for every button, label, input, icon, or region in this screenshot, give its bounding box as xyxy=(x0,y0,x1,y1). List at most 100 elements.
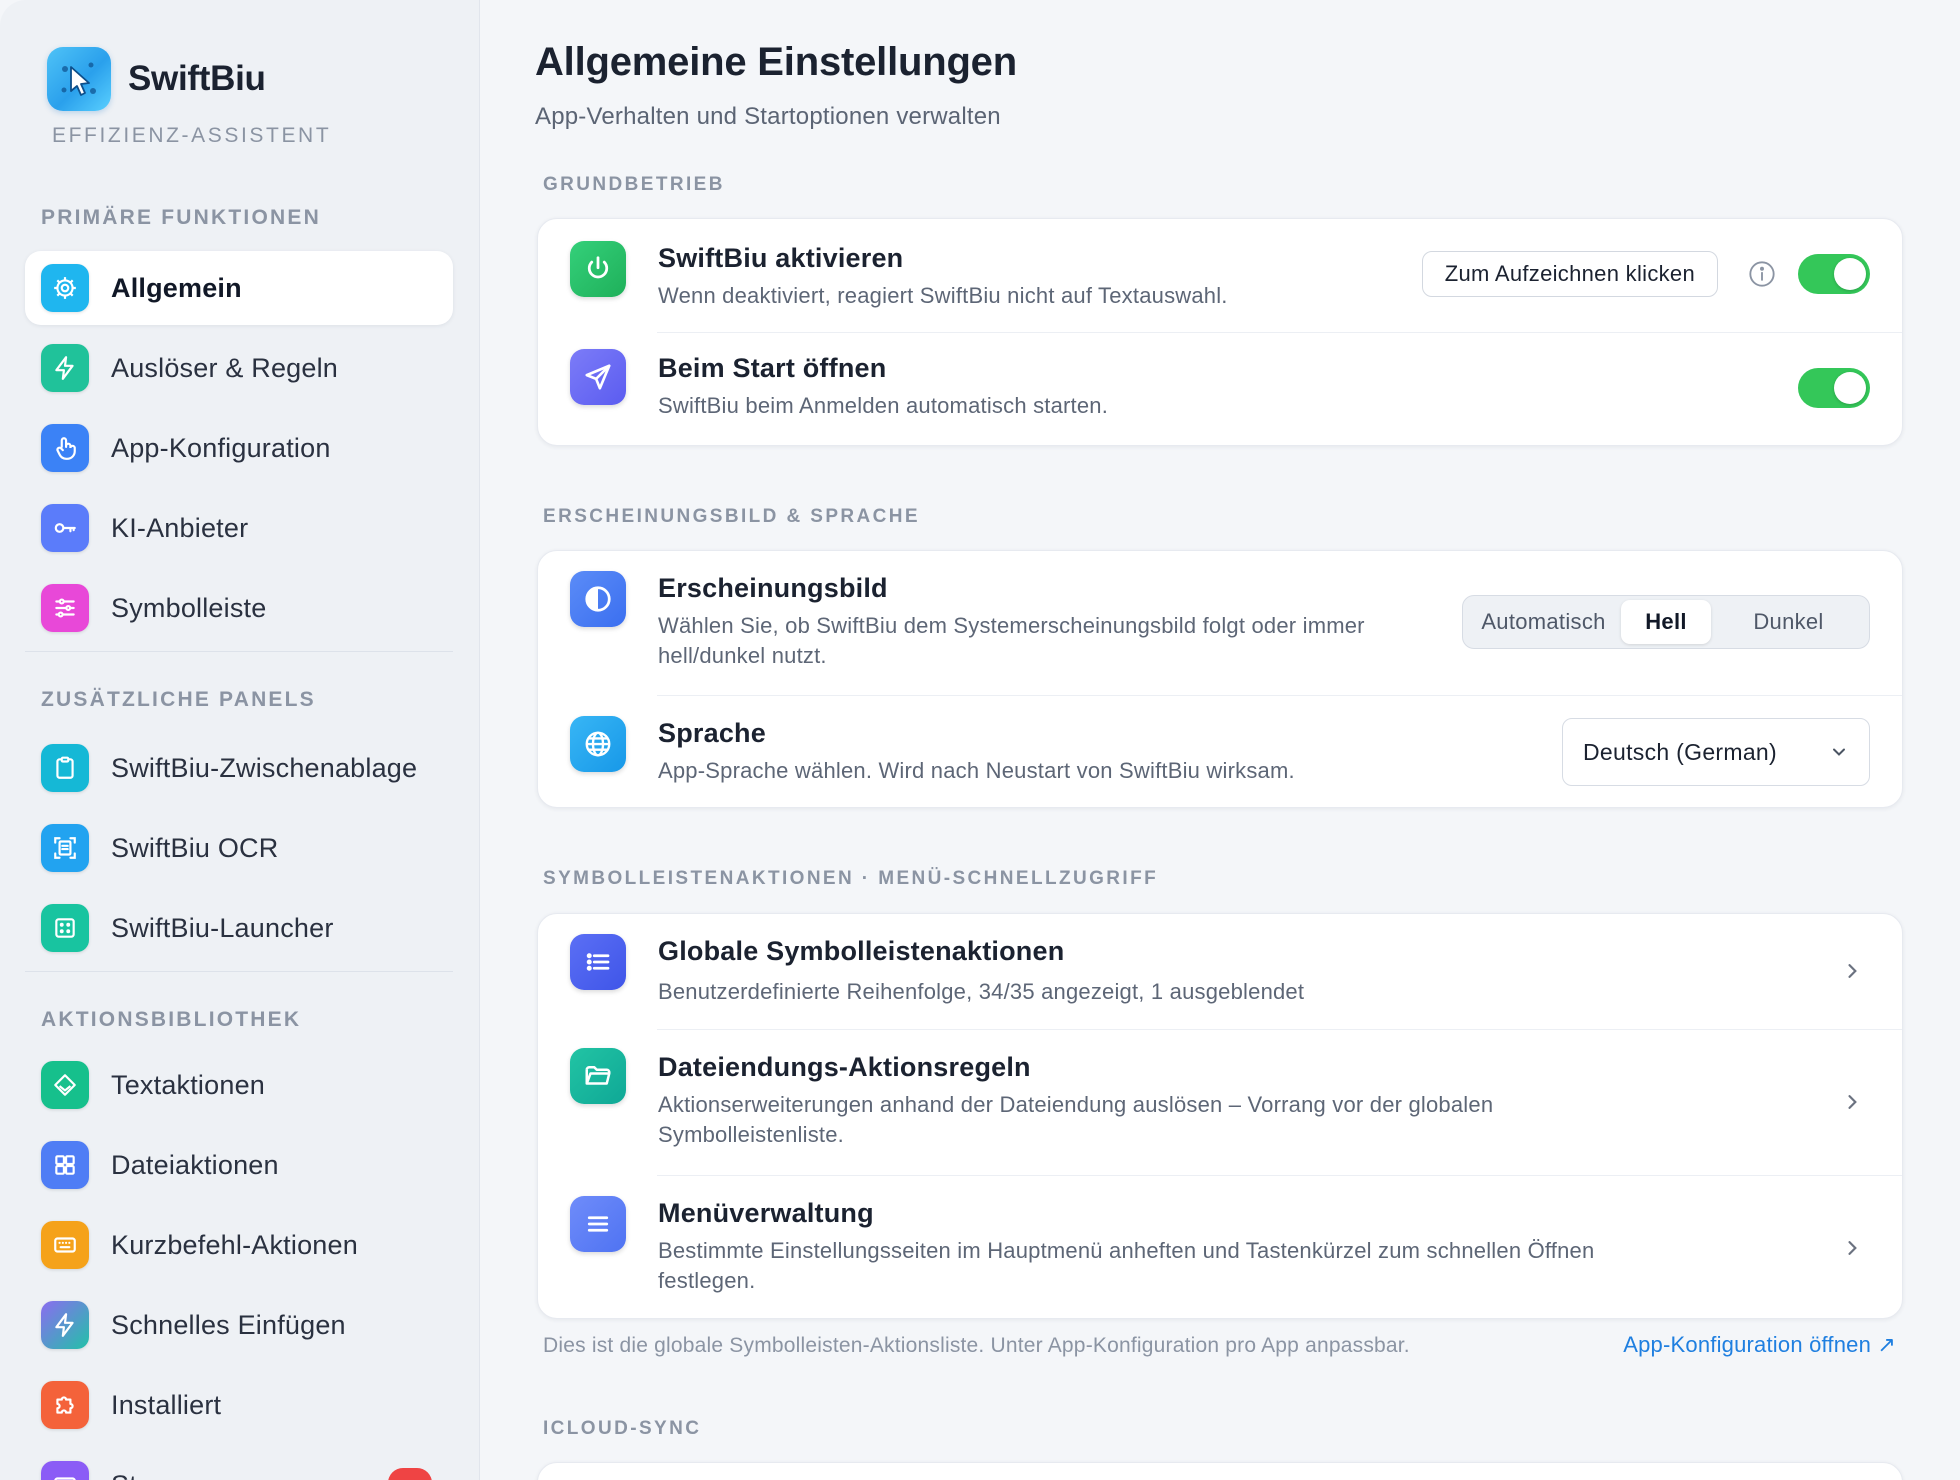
gear-icon xyxy=(41,264,89,312)
page-title: Allgemeine Einstellungen xyxy=(535,40,1017,84)
sidebar-item-label: Auslöser & Regeln xyxy=(111,352,339,383)
power-icon xyxy=(570,241,626,297)
row-description: Wählen Sie, ob SwiftBiu dem Systemersche… xyxy=(658,611,1365,671)
sidebar-item-schnelles-einfuegen[interactable]: Schnelles Einfügen xyxy=(25,1288,453,1362)
sidebar-item-label: Symbolleiste xyxy=(111,592,267,623)
row-activate: SwiftBiu aktivieren Wenn deaktiviert, re… xyxy=(538,219,1902,333)
sidebar-item-launcher[interactable]: SwiftBiu-Launcher xyxy=(25,891,453,965)
row-menu-management[interactable]: Menüverwaltung Bestimmte Einstellungssei… xyxy=(538,1176,1902,1318)
card-basic: SwiftBiu aktivieren Wenn deaktiviert, re… xyxy=(537,218,1903,446)
sidebar-divider xyxy=(25,651,453,652)
page-subtitle: App-Verhalten und Startoptionen verwalte… xyxy=(535,103,1001,130)
section-label-toolbar: SYMBOLLEISTENAKTIONEN · MENÜ-SCHNELLZUGR… xyxy=(543,868,1159,889)
sidebar-item-installiert[interactable]: Installiert xyxy=(25,1368,453,1442)
app-window: SwiftBiu EFFIZIENZ-ASSISTENT PRIMÄRE FUN… xyxy=(0,0,1960,1480)
card-appearance: Erscheinungsbild Wählen Sie, ob SwiftBiu… xyxy=(537,550,1903,808)
card-toolbar: Globale Symbolleistenaktionen Benutzerde… xyxy=(537,913,1903,1319)
row-title: Dateiendungs-Aktionsregeln xyxy=(658,1052,1031,1082)
bolt-icon xyxy=(41,344,89,392)
row-description: App-Sprache wählen. Wird nach Neustart v… xyxy=(658,758,1295,783)
app-subtitle: EFFIZIENZ-ASSISTENT xyxy=(52,124,332,147)
chevron-right-icon xyxy=(1848,964,1857,978)
app-logo-icon xyxy=(47,47,111,111)
row-title: SwiftBiu aktivieren xyxy=(658,243,904,273)
launcher-grid-icon xyxy=(41,904,89,952)
sidebar-item-zwischenablage[interactable]: SwiftBiu-Zwischenablage xyxy=(25,731,453,805)
sidebar-item-textaktionen[interactable]: Textaktionen xyxy=(25,1048,453,1122)
list-icon xyxy=(570,934,626,990)
sidebar-item-label: SwiftBiu-Zwischenablage xyxy=(111,752,418,783)
row-description: Bestimmte Einstellungsseiten im Hauptmen… xyxy=(658,1236,1594,1296)
info-icon[interactable] xyxy=(1748,260,1776,288)
row-global-toolbar-actions[interactable]: Globale Symbolleistenaktionen Benutzerde… xyxy=(538,914,1902,1029)
sidebar-item-kurzbefehl[interactable]: Kurzbefehl-Aktionen xyxy=(25,1208,453,1282)
sidebar-item-label: Allgemein xyxy=(111,272,242,303)
language-select-value: Deutsch (German) xyxy=(1583,738,1777,765)
grid-icon xyxy=(41,1141,89,1189)
sidebar-section-title: ZUSÄTZLICHE PANELS xyxy=(41,688,316,711)
desc-line: Wählen Sie, ob SwiftBiu dem Systemersche… xyxy=(658,613,1365,638)
sidebar-item-label: SwiftBiu OCR xyxy=(111,832,279,863)
desc-line: Bestimmte Einstellungsseiten im Hauptmen… xyxy=(658,1238,1595,1263)
brand: SwiftBiu xyxy=(47,47,266,111)
folder-open-icon xyxy=(570,1048,626,1104)
half-moon-icon xyxy=(570,571,626,627)
row-title: Sprache xyxy=(658,718,766,748)
card-icloud xyxy=(537,1462,1903,1480)
sidebar-item-label: SwiftBiu-Launcher xyxy=(111,912,334,943)
row-title: Erscheinungsbild xyxy=(658,573,888,603)
bolt-icon xyxy=(41,1301,89,1349)
sidebar-divider xyxy=(25,971,453,972)
sidebar-item-label: KI-Anbieter xyxy=(111,512,249,543)
sidebar-item-dateiaktionen[interactable]: Dateiaktionen xyxy=(25,1128,453,1202)
chevron-right-icon xyxy=(1848,1241,1857,1255)
sidebar-item-label: Textaktionen xyxy=(111,1069,265,1100)
sidebar-item-label: St xyxy=(111,1470,137,1480)
record-shortcut-button[interactable]: Zum Aufzeichnen klicken xyxy=(1421,251,1718,297)
desc-line: Symbolleistenliste. xyxy=(658,1122,844,1147)
theme-segmented-control: Automatisch Hell Dunkel xyxy=(1462,595,1870,649)
key-icon xyxy=(41,504,89,552)
theme-option-automatic[interactable]: Automatisch xyxy=(1466,600,1621,644)
sliders-icon xyxy=(41,584,89,632)
chevron-down-icon xyxy=(1833,748,1845,756)
row-description: Wenn deaktiviert, reagiert SwiftBiu nich… xyxy=(658,283,1228,308)
sidebar-item-ausloeser[interactable]: Auslöser & Regeln xyxy=(25,331,453,405)
keyboard-icon xyxy=(41,1221,89,1269)
globe-icon xyxy=(570,716,626,772)
theme-option-dark[interactable]: Dunkel xyxy=(1711,600,1866,644)
menu-lines-icon xyxy=(570,1196,626,1252)
send-icon xyxy=(570,349,626,405)
desc-line: hell/dunkel nutzt. xyxy=(658,643,827,668)
desc-line: Aktionserweiterungen anhand der Dateiend… xyxy=(658,1092,1494,1117)
row-file-extension-rules[interactable]: Dateiendungs-Aktionsregeln Aktionserweit… xyxy=(538,1030,1902,1175)
puzzle-icon xyxy=(41,1381,89,1429)
sidebar-item-label: Dateiaktionen xyxy=(111,1149,279,1180)
launch-at-start-toggle[interactable] xyxy=(1798,368,1870,408)
chevron-right-icon xyxy=(1848,1095,1857,1109)
sidebar-item-ocr[interactable]: SwiftBiu OCR xyxy=(25,811,453,885)
row-language: Sprache App-Sprache wählen. Wird nach Ne… xyxy=(538,696,1902,807)
layers-icon xyxy=(41,1061,89,1109)
row-launch-at-start: Beim Start öffnen SwiftBiu beim Anmelden… xyxy=(538,333,1902,445)
row-title: Menüverwaltung xyxy=(658,1198,874,1228)
theme-option-light[interactable]: Hell xyxy=(1621,600,1711,644)
activate-toggle[interactable] xyxy=(1798,254,1870,294)
sidebar-item-symbolleiste[interactable]: Symbolleiste xyxy=(25,571,453,645)
row-description: SwiftBiu beim Anmelden automatisch start… xyxy=(658,393,1109,418)
sidebar: SwiftBiu EFFIZIENZ-ASSISTENT PRIMÄRE FUN… xyxy=(0,0,480,1480)
notification-badge xyxy=(388,1468,432,1480)
sidebar-item-label: App-Konfiguration xyxy=(111,432,331,463)
open-app-configuration-link[interactable]: App-Konfiguration öffnen ↗ xyxy=(1623,1332,1896,1358)
language-select[interactable]: Deutsch (German) xyxy=(1562,718,1870,786)
app-name: SwiftBiu xyxy=(128,59,266,98)
scan-text-icon xyxy=(41,824,89,872)
row-title: Beim Start öffnen xyxy=(658,353,887,383)
main-content: Allgemeine Einstellungen App-Verhalten u… xyxy=(480,0,1960,1480)
sidebar-item-app-konfiguration[interactable]: App-Konfiguration xyxy=(25,411,453,485)
sidebar-item-label: Installiert xyxy=(111,1389,222,1420)
sidebar-item-ki-anbieter[interactable]: KI-Anbieter xyxy=(25,491,453,565)
sidebar-item-allgemein[interactable]: Allgemein xyxy=(25,251,453,325)
row-description: Aktionserweiterungen anhand der Dateiend… xyxy=(658,1090,1493,1150)
row-title: Globale Symbolleistenaktionen xyxy=(658,936,1065,966)
